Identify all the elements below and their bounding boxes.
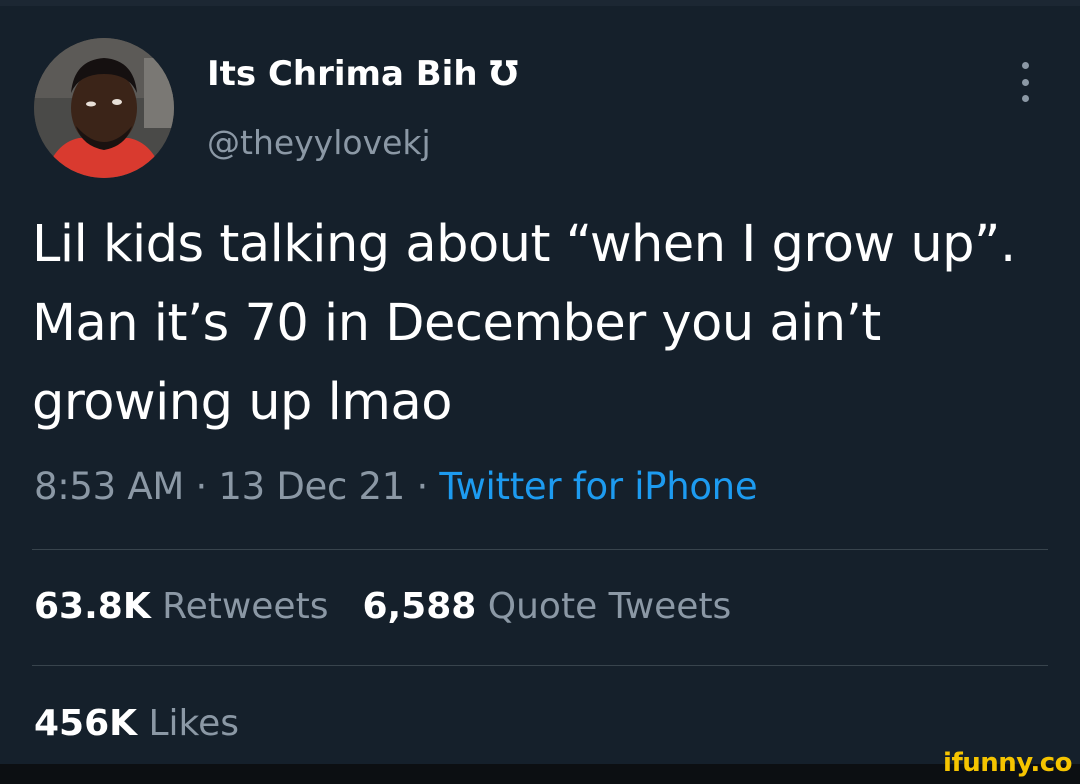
- quote-tweets-link[interactable]: 6,588 Quote Tweets: [362, 586, 731, 627]
- retweets-count: 63.8K: [34, 586, 151, 627]
- top-border: [0, 0, 1080, 6]
- more-dot: [1021, 62, 1029, 69]
- avatar-image: [34, 38, 174, 178]
- likes-label: Likes: [148, 703, 240, 744]
- divider: [32, 549, 1048, 550]
- meta-separator: ·: [195, 465, 207, 508]
- divider: [32, 665, 1048, 666]
- display-name[interactable]: Its Chrima Bih ℧: [207, 54, 518, 94]
- tweet-meta: 8:53 AM · 13 Dec 21 · Twitter for iPhone: [34, 465, 758, 508]
- retweets-link[interactable]: 63.8K Retweets: [34, 586, 328, 627]
- retweets-label: Retweets: [162, 586, 329, 627]
- more-vertical-icon[interactable]: [1014, 62, 1036, 102]
- tweet-source-link[interactable]: Twitter for iPhone: [439, 465, 757, 508]
- meta-separator: ·: [416, 465, 428, 508]
- bottom-bar: [0, 764, 1080, 784]
- retweet-quote-stats: 63.8K Retweets 6,588 Quote Tweets: [34, 586, 731, 627]
- more-dot: [1021, 95, 1029, 102]
- avatar[interactable]: [34, 38, 174, 178]
- likes-link[interactable]: 456K Likes: [34, 703, 239, 744]
- quotes-count: 6,588: [362, 586, 477, 627]
- more-dot: [1021, 78, 1029, 86]
- quotes-label: Quote Tweets: [487, 586, 732, 627]
- tweet-time[interactable]: 8:53 AM: [34, 465, 184, 508]
- likes-count: 456K: [34, 703, 138, 744]
- user-handle[interactable]: @theyylovekj: [207, 123, 431, 162]
- ifunny-watermark: ifunny.co: [943, 748, 1072, 778]
- tweet-date[interactable]: 13 Dec 21: [218, 465, 405, 508]
- likes-stats: 456K Likes: [34, 703, 239, 744]
- tweet-text: Lil kids talking about “when I grow up”.…: [32, 215, 1016, 432]
